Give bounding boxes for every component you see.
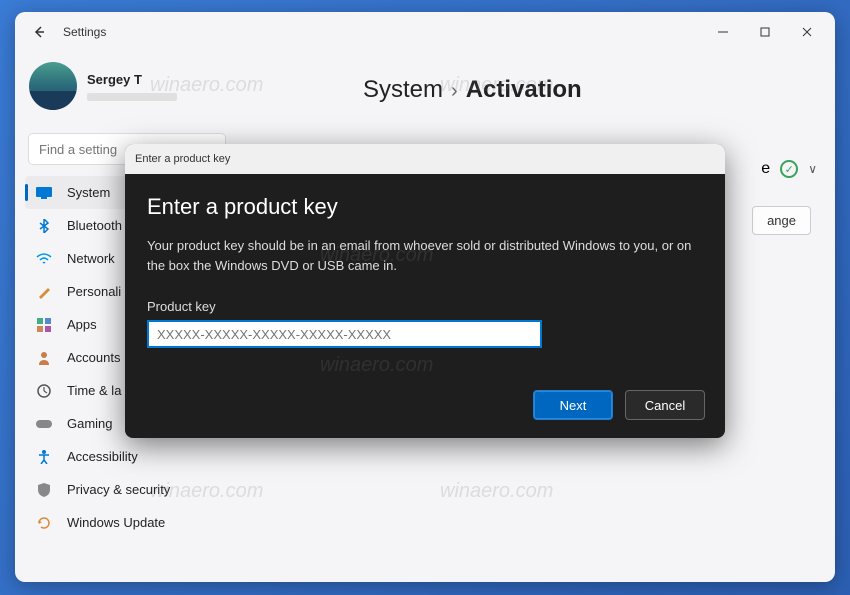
chevron-down-icon: ∨ (808, 162, 817, 176)
sidebar-item-label: Accounts (67, 350, 120, 365)
sidebar-item-label: Gaming (67, 416, 113, 431)
maximize-button[interactable] (757, 24, 773, 40)
close-button[interactable] (799, 24, 815, 40)
check-circle-icon: ✓ (780, 160, 798, 178)
brush-icon (35, 283, 53, 301)
user-email-placeholder (87, 93, 177, 101)
cancel-button[interactable]: Cancel (625, 390, 705, 420)
shield-icon (35, 481, 53, 499)
user-name: Sergey T (87, 72, 177, 87)
sidebar-item-label: Time & la (67, 383, 121, 398)
sidebar-item-label: Windows Update (67, 515, 165, 530)
system-icon (35, 184, 53, 202)
person-icon (35, 349, 53, 367)
chevron-right-icon: › (451, 80, 458, 103)
breadcrumb-parent[interactable]: System (363, 76, 443, 104)
status-text: e (761, 160, 770, 178)
accessibility-icon (35, 448, 53, 466)
close-icon (801, 26, 813, 38)
next-button[interactable]: Next (533, 390, 613, 420)
sidebar-item-label: Privacy & security (67, 482, 170, 497)
apps-icon (35, 316, 53, 334)
sidebar-item-label: Personali (67, 284, 121, 299)
update-icon (35, 514, 53, 532)
sidebar-item-privacy[interactable]: Privacy & security (25, 473, 229, 506)
sidebar-item-label: System (67, 185, 110, 200)
product-key-dialog: Enter a product key Enter a product key … (125, 144, 725, 438)
wifi-icon (35, 250, 53, 268)
activation-status-row[interactable]: e ✓ ∨ (761, 160, 817, 178)
sidebar-item-label: Apps (67, 317, 97, 332)
change-button[interactable]: ange (752, 206, 811, 235)
breadcrumb-current: Activation (466, 76, 582, 104)
clock-icon (35, 382, 53, 400)
dialog-description: Your product key should be in an email f… (147, 236, 703, 275)
user-profile[interactable]: Sergey T (19, 56, 235, 122)
product-key-label: Product key (147, 299, 703, 314)
product-key-input[interactable] (147, 320, 542, 348)
bluetooth-icon (35, 217, 53, 235)
sidebar-item-label: Bluetooth (67, 218, 122, 233)
sidebar-item-label: Network (67, 251, 115, 266)
sidebar-item-accessibility[interactable]: Accessibility (25, 440, 229, 473)
back-button[interactable] (25, 18, 53, 46)
breadcrumb: System › Activation (363, 76, 807, 104)
maximize-icon (759, 26, 771, 38)
minimize-icon (717, 26, 729, 38)
arrow-left-icon (32, 25, 46, 39)
minimize-button[interactable] (715, 24, 731, 40)
gamepad-icon (35, 415, 53, 433)
sidebar-item-label: Accessibility (67, 449, 138, 464)
sidebar-item-update[interactable]: Windows Update (25, 506, 229, 539)
window-title: Settings (63, 25, 106, 39)
dialog-titlebar: Enter a product key (125, 144, 725, 174)
title-bar: Settings (15, 12, 835, 52)
dialog-heading: Enter a product key (147, 194, 703, 220)
window-controls (715, 24, 825, 40)
avatar (29, 62, 77, 110)
